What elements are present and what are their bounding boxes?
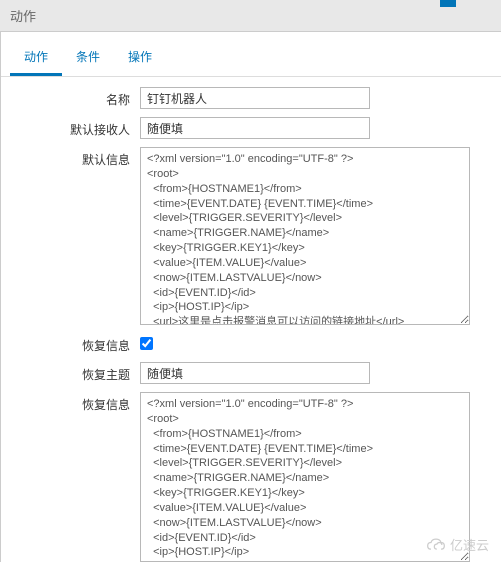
- header-indicator: [440, 0, 456, 7]
- page-header: 动作: [0, 0, 501, 32]
- recovery-msg-label: 恢复信息: [10, 392, 140, 413]
- info-textarea[interactable]: [140, 147, 470, 325]
- page-title: 动作: [10, 9, 36, 24]
- recovery-info-label: 恢复信息: [10, 333, 140, 354]
- watermark-text: 亿速云: [450, 535, 489, 554]
- recipient-label: 默认接收人: [10, 117, 140, 138]
- form: 名称 默认接收人 默认信息 恢复信息 恢复主题 恢复信息: [0, 77, 501, 580]
- recovery-subject-input[interactable]: [140, 362, 370, 384]
- name-input[interactable]: [140, 87, 370, 109]
- tab-bar: 动作 条件 操作: [0, 40, 501, 77]
- recovery-subject-label: 恢复主题: [10, 362, 140, 383]
- tab-operation[interactable]: 操作: [114, 40, 166, 76]
- recipient-input[interactable]: [140, 117, 370, 139]
- tab-condition[interactable]: 条件: [62, 40, 114, 76]
- recovery-info-checkbox[interactable]: [140, 337, 153, 350]
- name-label: 名称: [10, 87, 140, 108]
- watermark: 亿速云: [426, 535, 489, 554]
- info-label: 默认信息: [10, 147, 140, 168]
- recovery-msg-textarea[interactable]: [140, 392, 470, 562]
- tab-action[interactable]: 动作: [10, 40, 62, 76]
- cloud-icon: [426, 538, 446, 552]
